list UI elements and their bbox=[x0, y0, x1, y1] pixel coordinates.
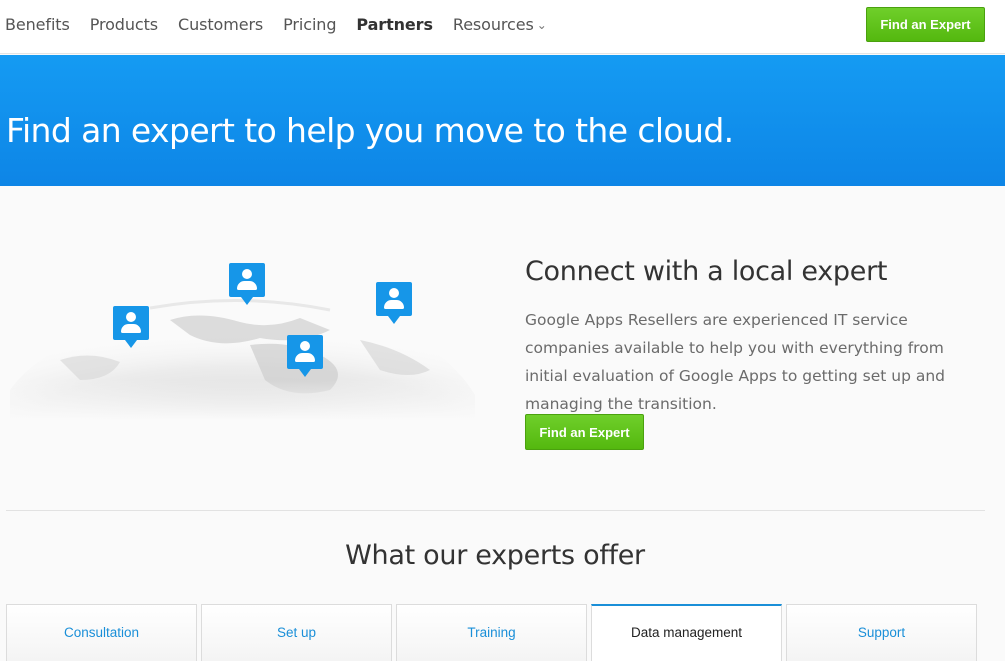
nav-menu: Benefits Products Customers Pricing Part… bbox=[5, 15, 567, 34]
nav-item-customers[interactable]: Customers bbox=[178, 15, 263, 34]
connect-description: Google Apps Resellers are experienced IT… bbox=[525, 311, 946, 413]
find-expert-button[interactable]: Find an Expert bbox=[525, 414, 644, 450]
tab-support[interactable]: Support bbox=[786, 604, 977, 661]
find-expert-button-top[interactable]: Find an Expert bbox=[866, 7, 985, 42]
expert-pin-icon bbox=[287, 335, 323, 379]
top-nav: Benefits Products Customers Pricing Part… bbox=[0, 0, 1005, 54]
nav-item-products[interactable]: Products bbox=[90, 15, 158, 34]
offer-tabs: Consultation Set up Training Data manage… bbox=[6, 604, 981, 661]
globe-illustration bbox=[0, 230, 480, 420]
expert-pin-icon bbox=[376, 282, 412, 326]
tab-consultation[interactable]: Consultation bbox=[6, 604, 197, 661]
hero-title: Find an expert to help you move to the c… bbox=[6, 111, 734, 150]
tab-data-management[interactable]: Data management bbox=[591, 604, 782, 661]
nav-item-pricing[interactable]: Pricing bbox=[283, 15, 336, 34]
nav-item-resources[interactable]: Resources ⌄ bbox=[453, 15, 547, 34]
section-divider bbox=[6, 510, 985, 511]
connect-title: Connect with a local expert bbox=[525, 256, 888, 287]
hero-banner: Find an expert to help you move to the c… bbox=[0, 55, 1005, 186]
nav-item-benefits[interactable]: Benefits bbox=[5, 15, 70, 34]
tab-training[interactable]: Training bbox=[396, 604, 587, 661]
chevron-down-icon: ⌄ bbox=[536, 18, 547, 32]
nav-item-resources-label: Resources bbox=[452, 15, 534, 34]
nav-item-partners[interactable]: Partners bbox=[356, 15, 433, 34]
offer-title: What our experts offer bbox=[345, 540, 645, 571]
expert-pin-icon bbox=[113, 306, 149, 350]
tab-set-up[interactable]: Set up bbox=[201, 604, 392, 661]
expert-pin-icon bbox=[229, 263, 265, 307]
